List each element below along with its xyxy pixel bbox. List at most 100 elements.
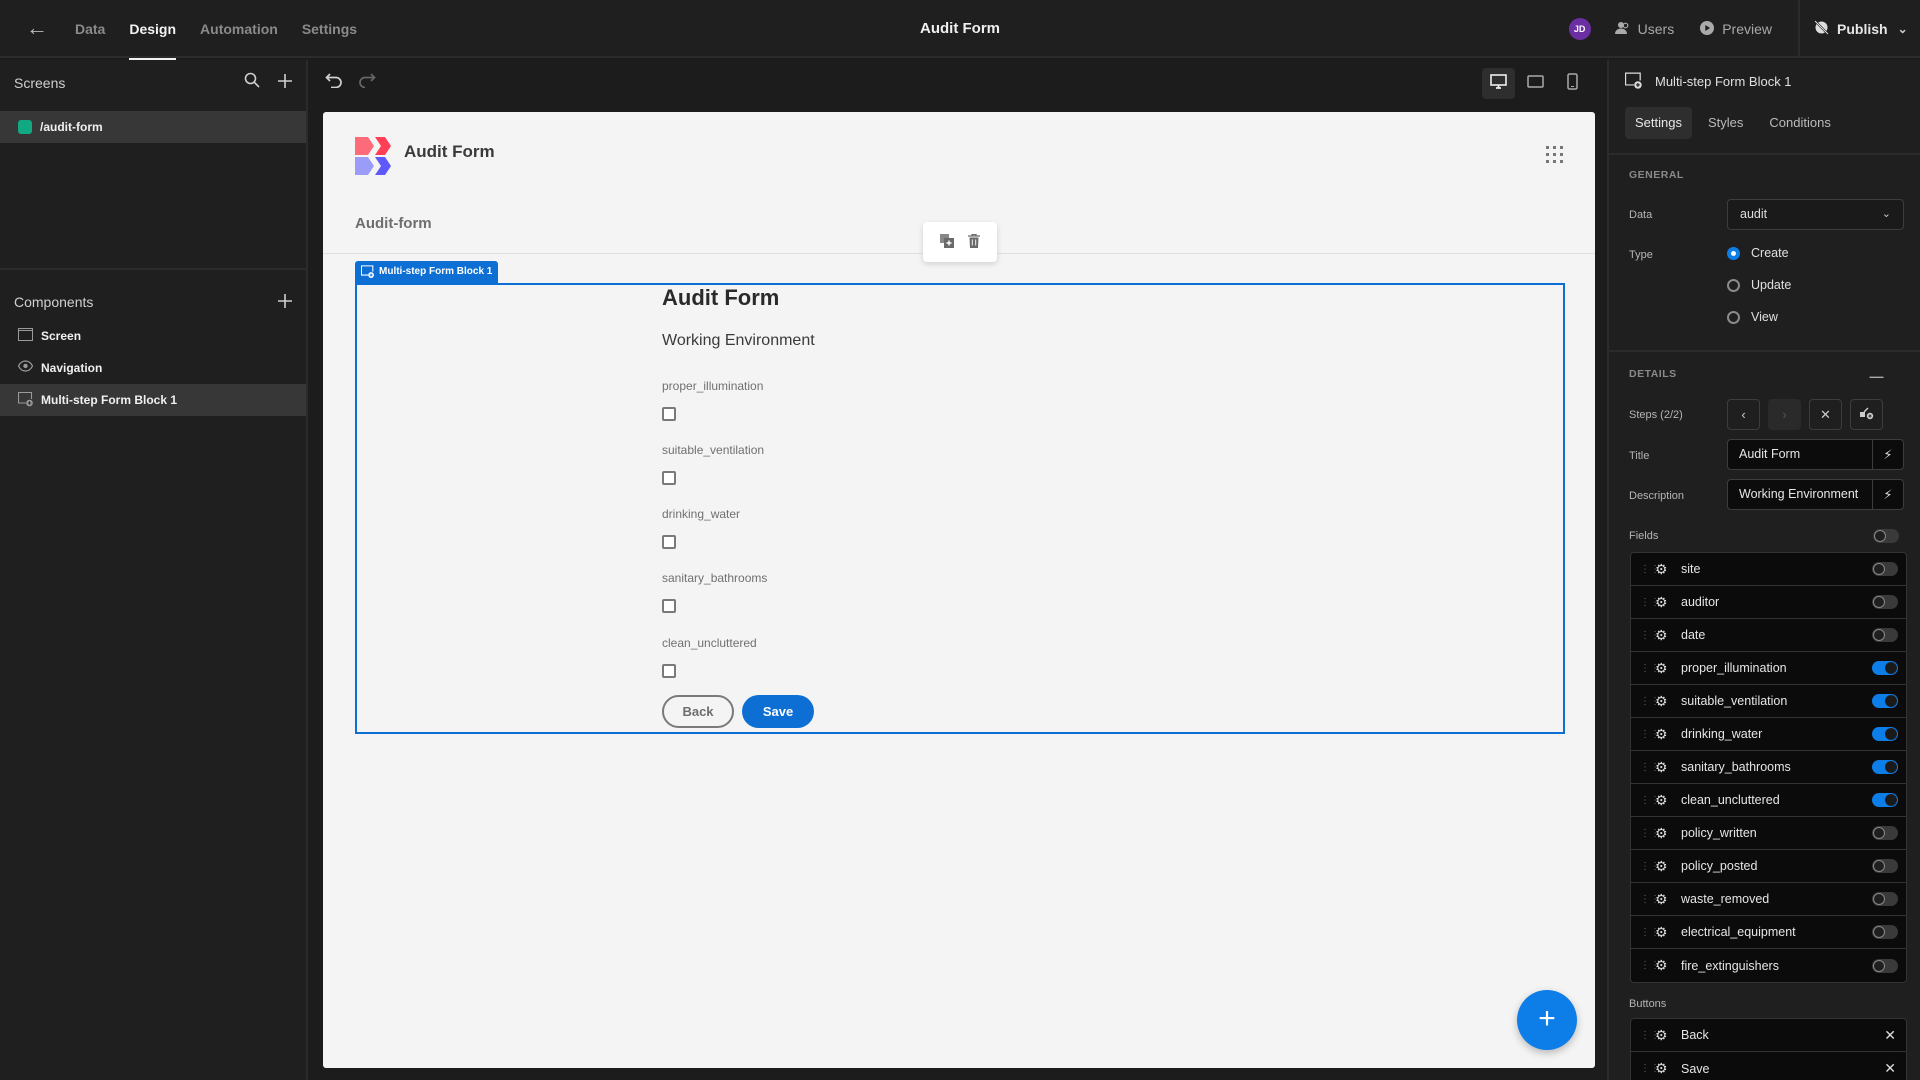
gear-icon[interactable]: ⚙	[1655, 891, 1669, 908]
previous-step-button[interactable]: ‹	[1727, 399, 1760, 430]
field-visibility-toggle[interactable]	[1872, 562, 1898, 576]
title-input[interactable]: Audit Form ⚡︎	[1727, 439, 1904, 470]
drag-handle-icon[interactable]: ⋮⋮	[1640, 960, 1660, 971]
desktop-view-button[interactable]	[1482, 68, 1515, 99]
drag-handle-icon[interactable]: ⋮⋮	[1640, 762, 1660, 773]
field-visibility-toggle[interactable]	[1872, 727, 1898, 741]
field-visibility-toggle[interactable]	[1872, 595, 1898, 609]
field-checkbox[interactable]	[662, 407, 676, 421]
component-item-multi-step-form-block[interactable]: Multi-step Form Block 1	[0, 384, 306, 416]
next-step-button[interactable]: ›	[1768, 399, 1801, 430]
button-list-item[interactable]: ⋮⋮ ⚙ Save ✕	[1631, 1052, 1906, 1080]
gear-icon[interactable]: ⚙	[1655, 726, 1669, 743]
field-checkbox[interactable]	[662, 664, 676, 678]
drag-handle-icon[interactable]: ⋮⋮	[1640, 564, 1660, 575]
add-screen-icon[interactable]	[278, 72, 292, 93]
gear-icon[interactable]: ⚙	[1655, 957, 1669, 974]
tab-conditions[interactable]: Conditions	[1759, 107, 1840, 139]
drag-handle-icon[interactable]: ⋮⋮	[1640, 729, 1660, 740]
duplicate-icon[interactable]	[940, 233, 954, 251]
users-button[interactable]: Users	[1614, 21, 1674, 38]
field-list-item[interactable]: ⋮⋮ ⚙ suitable_ventilation	[1631, 685, 1906, 718]
component-item-screen[interactable]: Screen	[0, 320, 306, 352]
tab-settings-panel[interactable]: Settings	[1625, 107, 1692, 139]
field-visibility-toggle[interactable]	[1872, 925, 1898, 939]
add-step-button[interactable]	[1850, 399, 1883, 430]
type-radio-update[interactable]: Update	[1727, 278, 1791, 292]
binding-lightning-icon[interactable]: ⚡︎	[1872, 440, 1903, 469]
field-list-item[interactable]: ⋮⋮ ⚙ waste_removed	[1631, 883, 1906, 916]
gear-icon[interactable]: ⚙	[1655, 924, 1669, 941]
field-checkbox[interactable]	[662, 471, 676, 485]
undo-icon[interactable]	[325, 72, 343, 93]
field-list-item[interactable]: ⋮⋮ ⚙ policy_posted	[1631, 850, 1906, 883]
drag-handle-icon[interactable]: ⋮⋮	[1640, 597, 1660, 608]
gear-icon[interactable]: ⚙	[1655, 759, 1669, 776]
screen-item-audit-form[interactable]: /audit-form	[0, 111, 306, 143]
grid-menu-icon[interactable]	[1546, 146, 1563, 163]
field-list-item[interactable]: ⋮⋮ ⚙ fire_extinguishers	[1631, 949, 1906, 982]
publish-button[interactable]: Publish ⌄	[1798, 0, 1920, 58]
tab-settings[interactable]: Settings	[302, 0, 357, 58]
field-visibility-toggle[interactable]	[1872, 628, 1898, 642]
type-radio-create[interactable]: Create	[1727, 246, 1789, 260]
form-save-button[interactable]: Save	[742, 695, 814, 728]
type-radio-view[interactable]: View	[1727, 310, 1778, 324]
multi-step-form-block[interactable]: Audit Form Working Environment proper_il…	[355, 283, 1565, 734]
drag-handle-icon[interactable]: ⋮⋮	[1640, 828, 1660, 839]
binding-lightning-icon[interactable]: ⚡︎	[1872, 480, 1903, 509]
drag-handle-icon[interactable]: ⋮⋮	[1640, 1030, 1660, 1041]
field-checkbox[interactable]	[662, 535, 676, 549]
field-checkbox[interactable]	[662, 599, 676, 613]
drag-handle-icon[interactable]: ⋮⋮	[1640, 861, 1660, 872]
gear-icon[interactable]: ⚙	[1655, 792, 1669, 809]
remove-button-icon[interactable]: ✕	[1884, 1027, 1896, 1044]
gear-icon[interactable]: ⚙	[1655, 693, 1669, 710]
delete-icon[interactable]	[968, 233, 980, 251]
field-list-item[interactable]: ⋮⋮ ⚙ auditor	[1631, 586, 1906, 619]
gear-icon[interactable]: ⚙	[1655, 858, 1669, 875]
mobile-view-button[interactable]	[1556, 68, 1589, 99]
field-list-item[interactable]: ⋮⋮ ⚙ electrical_equipment	[1631, 916, 1906, 949]
description-input[interactable]: Working Environment ⚡︎	[1727, 479, 1904, 510]
tab-design[interactable]: Design	[129, 0, 176, 60]
field-visibility-toggle[interactable]	[1872, 892, 1898, 906]
selected-block-tag[interactable]: Multi-step Form Block 1	[355, 261, 499, 283]
tab-data[interactable]: Data	[75, 0, 105, 58]
add-component-icon[interactable]	[278, 292, 292, 313]
field-list-item[interactable]: ⋮⋮ ⚙ sanitary_bathrooms	[1631, 751, 1906, 784]
add-component-fab[interactable]: +	[1517, 990, 1577, 1050]
gear-icon[interactable]: ⚙	[1655, 825, 1669, 842]
gear-icon[interactable]: ⚙	[1655, 1060, 1669, 1077]
gear-icon[interactable]: ⚙	[1655, 660, 1669, 677]
drag-handle-icon[interactable]: ⋮⋮	[1640, 927, 1660, 938]
collapse-icon[interactable]: —	[1870, 368, 1885, 384]
gear-icon[interactable]: ⚙	[1655, 627, 1669, 644]
drag-handle-icon[interactable]: ⋮⋮	[1640, 663, 1660, 674]
field-list-item[interactable]: ⋮⋮ ⚙ site	[1631, 553, 1906, 586]
tablet-view-button[interactable]	[1519, 68, 1552, 99]
field-list-item[interactable]: ⋮⋮ ⚙ clean_uncluttered	[1631, 784, 1906, 817]
field-visibility-toggle[interactable]	[1872, 826, 1898, 840]
button-list-item[interactable]: ⋮⋮ ⚙ Back ✕	[1631, 1019, 1906, 1052]
field-list-item[interactable]: ⋮⋮ ⚙ policy_written	[1631, 817, 1906, 850]
drag-handle-icon[interactable]: ⋮⋮	[1640, 630, 1660, 641]
delete-step-button[interactable]: ✕	[1809, 399, 1842, 430]
remove-button-icon[interactable]: ✕	[1884, 1060, 1896, 1077]
tab-styles[interactable]: Styles	[1698, 107, 1753, 139]
gear-icon[interactable]: ⚙	[1655, 594, 1669, 611]
tab-automation[interactable]: Automation	[200, 0, 278, 58]
gear-icon[interactable]: ⚙	[1655, 561, 1669, 578]
field-list-item[interactable]: ⋮⋮ ⚙ drinking_water	[1631, 718, 1906, 751]
avatar[interactable]: JD	[1568, 18, 1591, 40]
preview-button[interactable]: Preview	[1700, 20, 1772, 38]
redo-icon[interactable]	[358, 72, 376, 93]
gear-icon[interactable]: ⚙	[1655, 1027, 1669, 1044]
field-list-item[interactable]: ⋮⋮ ⚙ proper_illumination	[1631, 652, 1906, 685]
field-visibility-toggle[interactable]	[1872, 859, 1898, 873]
drag-handle-icon[interactable]: ⋮⋮	[1640, 894, 1660, 905]
data-source-select[interactable]: audit ⌄	[1727, 199, 1904, 230]
field-visibility-toggle[interactable]	[1872, 694, 1898, 708]
field-visibility-toggle[interactable]	[1872, 760, 1898, 774]
chevron-down-icon[interactable]: ⌄	[1898, 22, 1908, 36]
